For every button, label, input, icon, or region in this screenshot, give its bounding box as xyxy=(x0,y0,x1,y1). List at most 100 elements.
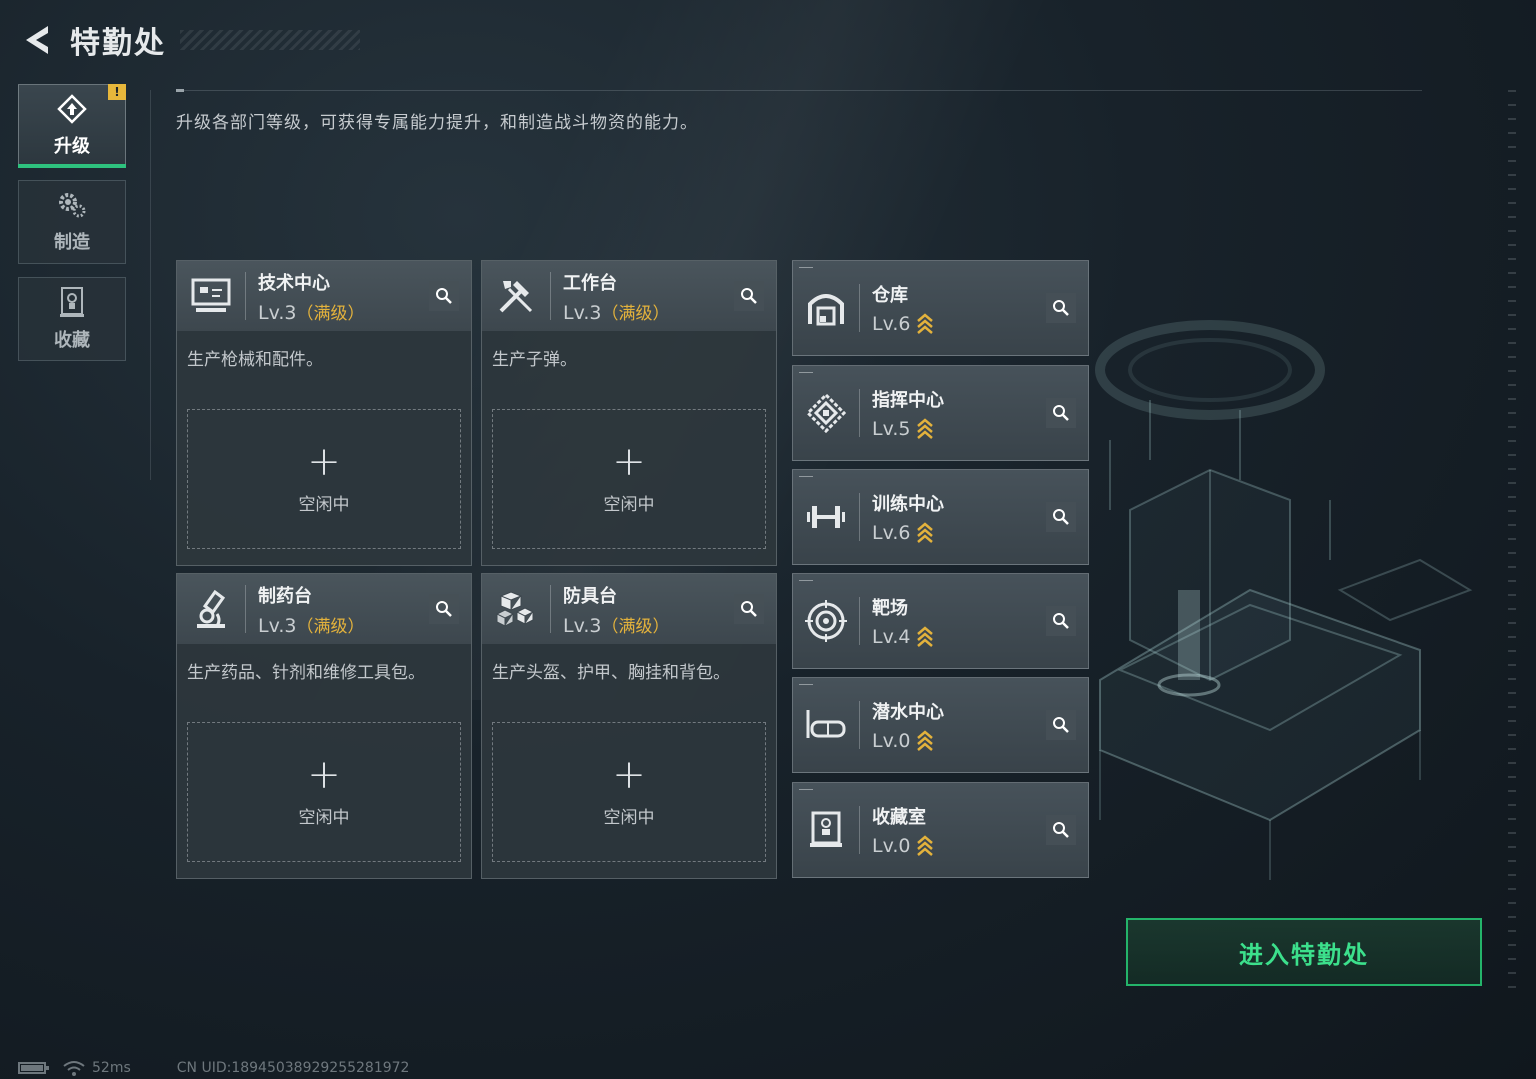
base-model-illustration xyxy=(1095,320,1473,880)
sidebar-tab-label: 收藏 xyxy=(54,330,90,351)
card-separator xyxy=(859,284,860,332)
add-icon: + xyxy=(307,438,341,485)
facility-level: Lv.4 xyxy=(872,626,934,648)
header: 特勤处 xyxy=(18,18,166,62)
search-button[interactable] xyxy=(1046,606,1076,636)
search-button[interactable] xyxy=(1046,710,1076,740)
card-separator xyxy=(859,493,860,541)
search-icon xyxy=(1053,509,1069,525)
title-decoration xyxy=(180,30,360,50)
enter-special-service-button[interactable]: 进入特勤处 xyxy=(1126,918,1482,986)
search-button[interactable] xyxy=(734,281,764,311)
level-value: Lv.0 xyxy=(872,730,911,752)
facility-card-training-center[interactable]: 训练中心 Lv.6 xyxy=(792,469,1089,565)
sidebar-tab-craft[interactable]: 制造 xyxy=(18,180,126,264)
gears-icon xyxy=(59,193,86,218)
microscope-icon xyxy=(187,585,235,633)
dept-card-tech-center: 技术中心 Lv.3（满级） 生产枪械和配件。 + 空闲中 xyxy=(176,260,472,566)
dept-level: Lv.3（满级） xyxy=(563,299,669,324)
facility-name: 仓库 xyxy=(872,285,908,306)
search-icon xyxy=(1053,405,1069,421)
level-value: Lv.0 xyxy=(872,835,911,857)
upgrade-arrows-icon xyxy=(917,522,934,543)
header-separator xyxy=(245,272,246,320)
sidebar-tab-label: 制造 xyxy=(54,232,90,253)
facility-card-diving-center[interactable]: 潜水中心 Lv.0 xyxy=(792,677,1089,773)
upgrade-arrows-icon xyxy=(917,835,934,856)
level-value: Lv.3 xyxy=(563,614,602,637)
max-level-tag: （满级） xyxy=(601,616,670,637)
level-value: Lv.3 xyxy=(258,614,297,637)
goggles-icon xyxy=(803,702,849,748)
wifi-icon xyxy=(63,1061,85,1076)
max-level-tag: （满级） xyxy=(296,303,365,324)
dept-level: Lv.3（满级） xyxy=(258,299,364,324)
facility-name: 靶场 xyxy=(872,598,908,619)
facility-card-shooting-range[interactable]: 靶场 Lv.4 xyxy=(792,573,1089,669)
facility-card-warehouse[interactable]: 仓库 Lv.6 xyxy=(792,260,1089,356)
add-icon: + xyxy=(307,751,341,798)
facility-card-collection-room[interactable]: 收藏室 Lv.0 xyxy=(792,782,1089,878)
facility-name: 指挥中心 xyxy=(872,390,944,411)
search-button[interactable] xyxy=(429,594,459,624)
card-header: 防具台 Lv.3（满级） xyxy=(482,574,776,644)
notification-badge: ! xyxy=(108,84,126,100)
dept-card-armor-bench: 防具台 Lv.3（满级） 生产头盔、护甲、胸挂和背包。 + 空闲中 xyxy=(481,573,777,879)
back-arrow-icon xyxy=(26,26,48,54)
side-divider xyxy=(150,90,151,480)
facility-card-command-center[interactable]: 指挥中心 Lv.5 xyxy=(792,365,1089,461)
level-value: Lv.6 xyxy=(872,313,911,335)
search-icon xyxy=(436,601,452,617)
search-button[interactable] xyxy=(1046,815,1076,845)
production-slot[interactable]: + 空闲中 xyxy=(492,722,766,862)
add-icon: + xyxy=(612,751,646,798)
dept-level: Lv.3（满级） xyxy=(563,612,669,637)
dept-card-workbench: 工作台 Lv.3（满级） 生产子弹。 + 空闲中 xyxy=(481,260,777,566)
intro-text: 升级各部门等级，可获得专属能力提升，和制造战斗物资的能力。 xyxy=(176,113,698,133)
slot-status: 空闲中 xyxy=(603,807,655,828)
header-separator xyxy=(550,272,551,320)
level-value: Lv.6 xyxy=(872,522,911,544)
card-separator xyxy=(859,597,860,645)
sidebar-tab-upgrade[interactable]: 升级 ! xyxy=(18,84,126,168)
back-button[interactable] xyxy=(18,20,56,60)
upgrade-arrows-icon xyxy=(917,313,934,334)
search-button[interactable] xyxy=(1046,293,1076,323)
dept-description: 生产枪械和配件。 xyxy=(187,350,323,370)
dept-name: 技术中心 xyxy=(258,272,330,294)
dept-name: 制药台 xyxy=(258,585,312,607)
header-separator xyxy=(245,585,246,633)
facility-level: Lv.5 xyxy=(872,418,944,440)
search-button[interactable] xyxy=(734,594,764,624)
facility-level: Lv.0 xyxy=(872,835,934,857)
cubes-icon xyxy=(492,585,540,633)
dept-name: 防具台 xyxy=(563,585,617,607)
production-slot[interactable]: + 空闲中 xyxy=(492,409,766,549)
search-icon xyxy=(1053,717,1069,733)
dept-description: 生产子弹。 xyxy=(492,350,577,370)
computer-icon xyxy=(187,272,235,320)
production-slot[interactable]: + 空闲中 xyxy=(187,409,461,549)
search-button[interactable] xyxy=(1046,502,1076,532)
page-title: 特勤处 xyxy=(70,26,166,61)
search-button[interactable] xyxy=(1046,398,1076,428)
slot-status: 空闲中 xyxy=(298,807,350,828)
search-button[interactable] xyxy=(429,281,459,311)
sidebar-tab-collection[interactable]: 收藏 xyxy=(18,277,126,361)
slot-status: 空闲中 xyxy=(298,494,350,515)
dumbbell-icon xyxy=(803,494,849,540)
header-separator xyxy=(550,585,551,633)
battery-icon xyxy=(18,1062,49,1074)
level-value: Lv.3 xyxy=(258,301,297,324)
level-value: Lv.3 xyxy=(563,301,602,324)
trophy-cabinet-icon xyxy=(803,807,849,853)
warehouse-icon xyxy=(803,285,849,331)
production-slot[interactable]: + 空闲中 xyxy=(187,722,461,862)
command-icon xyxy=(803,390,849,436)
dept-card-pharmacy: 制药台 Lv.3（满级） 生产药品、针剂和维修工具包。 + 空闲中 xyxy=(176,573,472,879)
top-divider xyxy=(176,89,1422,92)
search-icon xyxy=(1053,613,1069,629)
card-separator xyxy=(859,389,860,437)
sidebar-tab-label: 升级 xyxy=(54,136,90,157)
upgrade-arrows-icon xyxy=(917,626,934,647)
